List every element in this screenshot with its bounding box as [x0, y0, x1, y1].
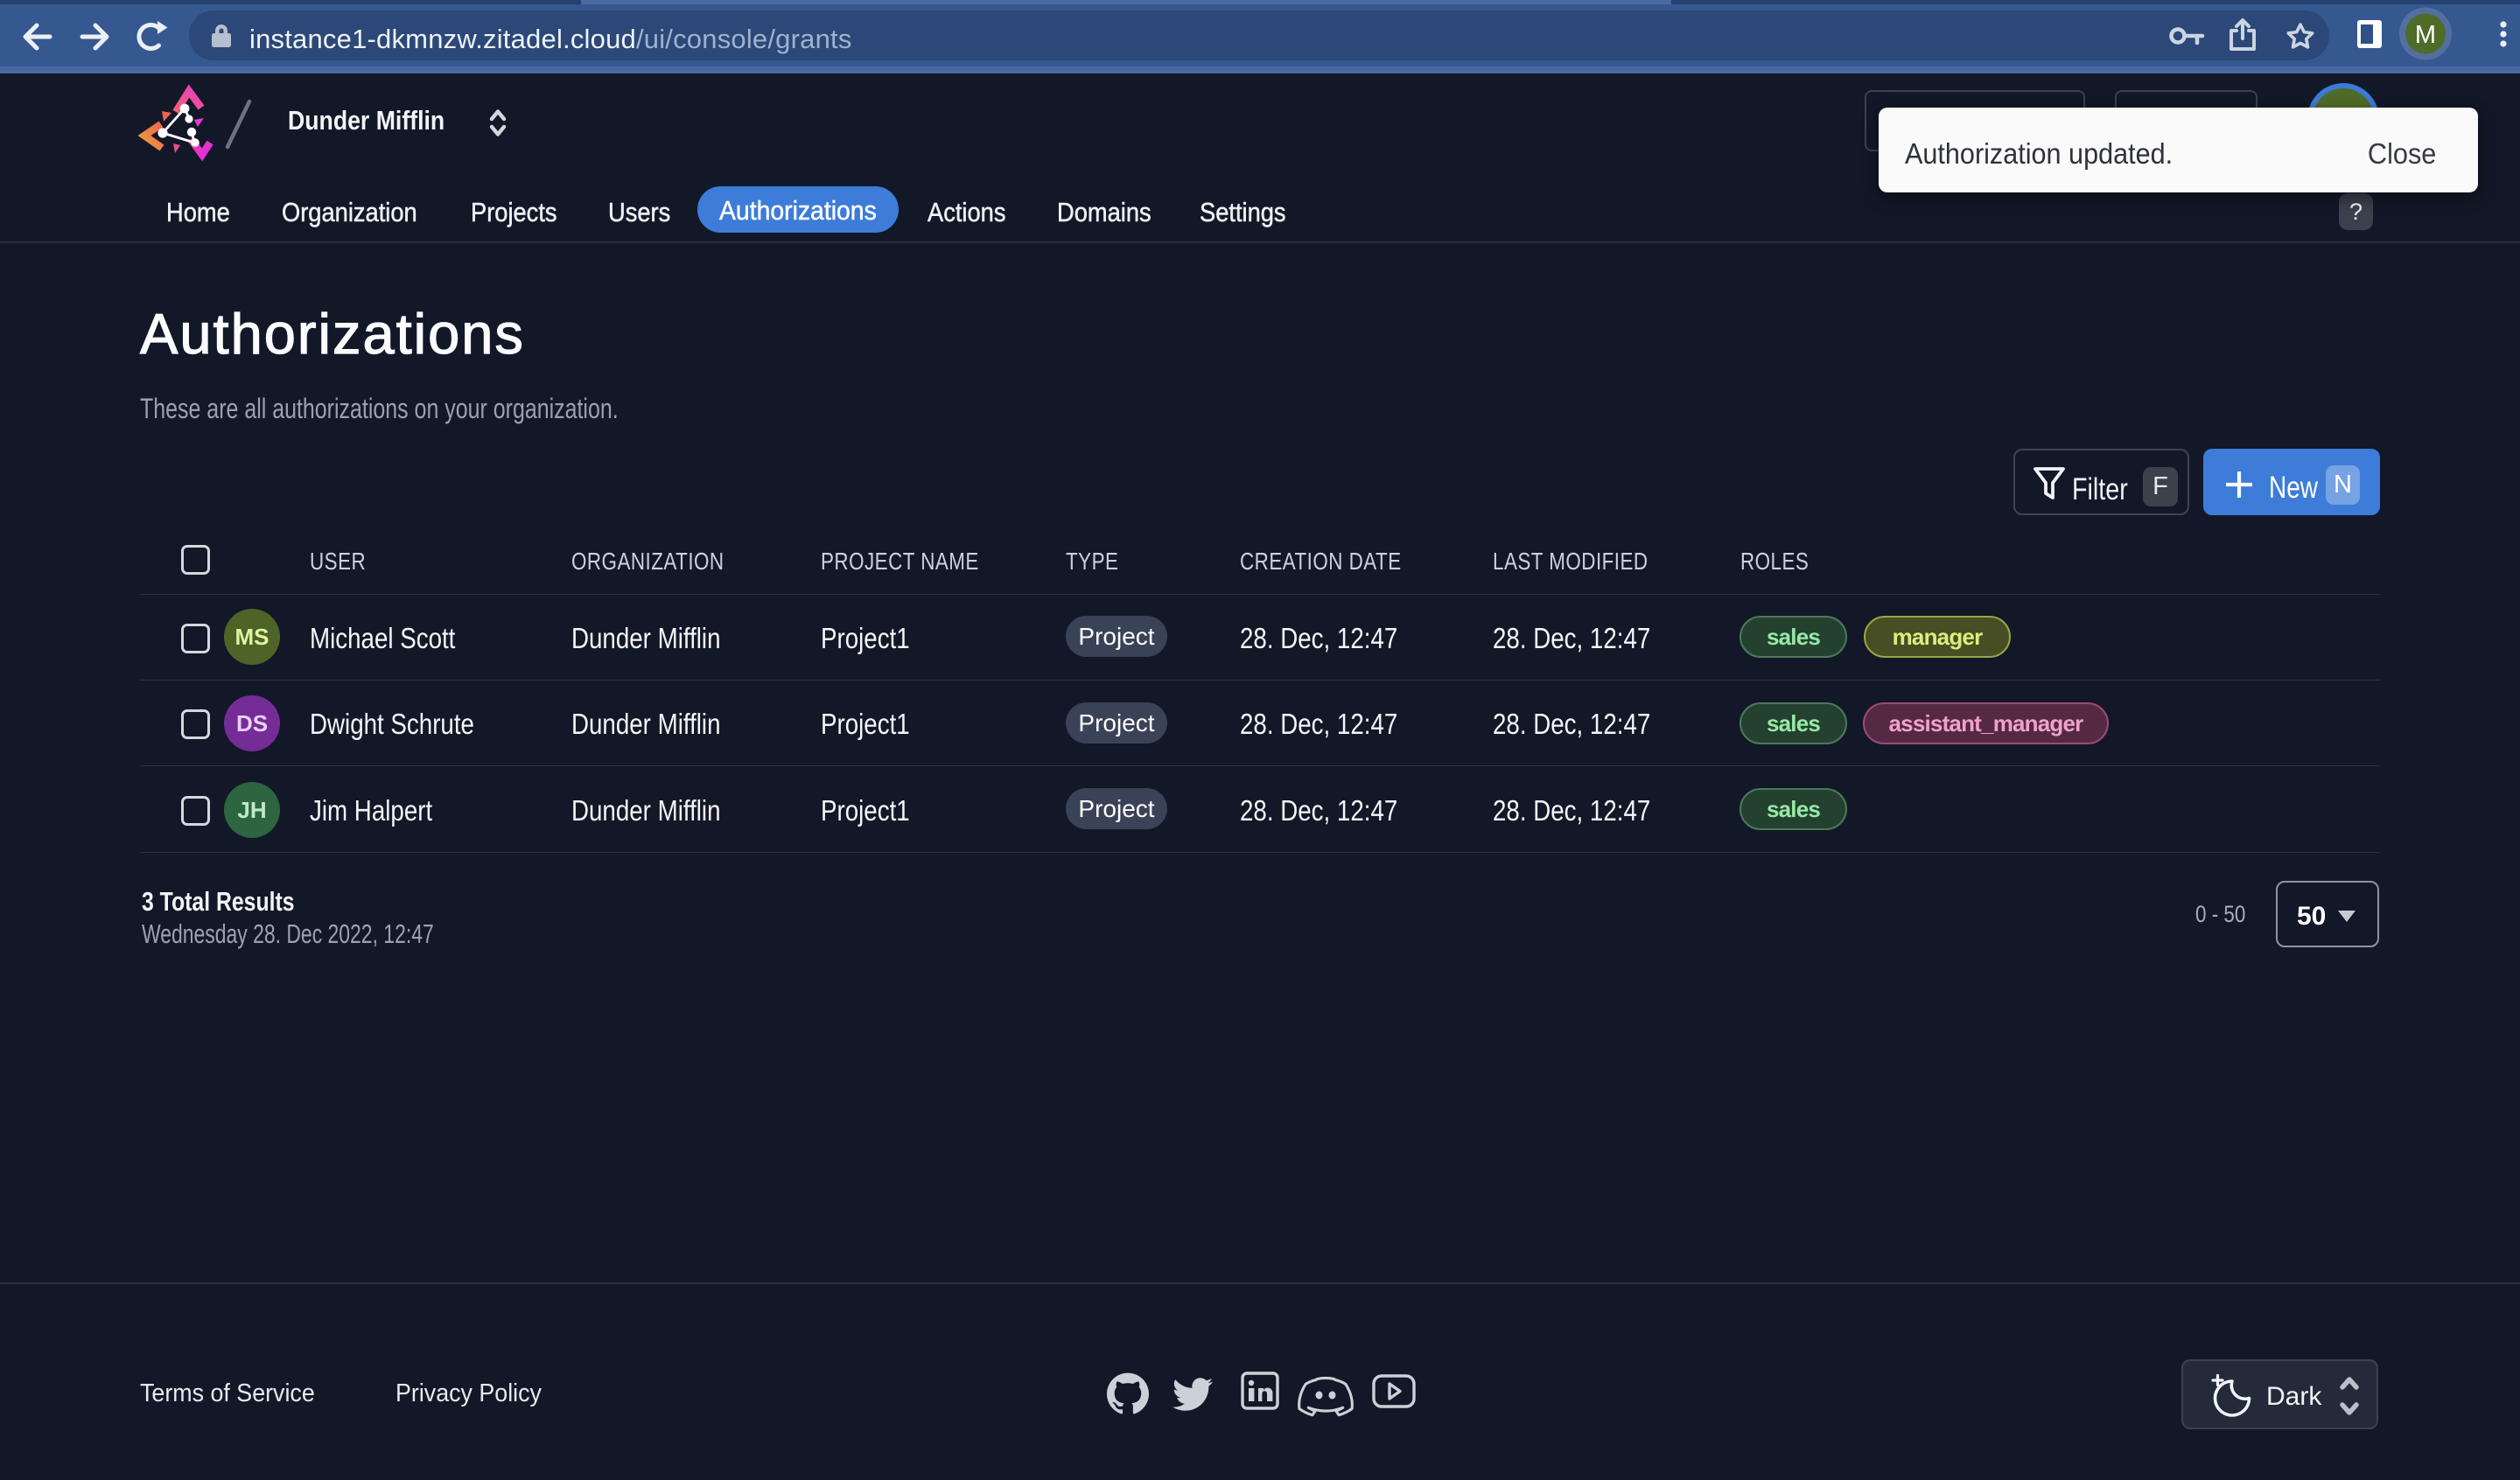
svg-text:M: M	[2415, 21, 2436, 49]
